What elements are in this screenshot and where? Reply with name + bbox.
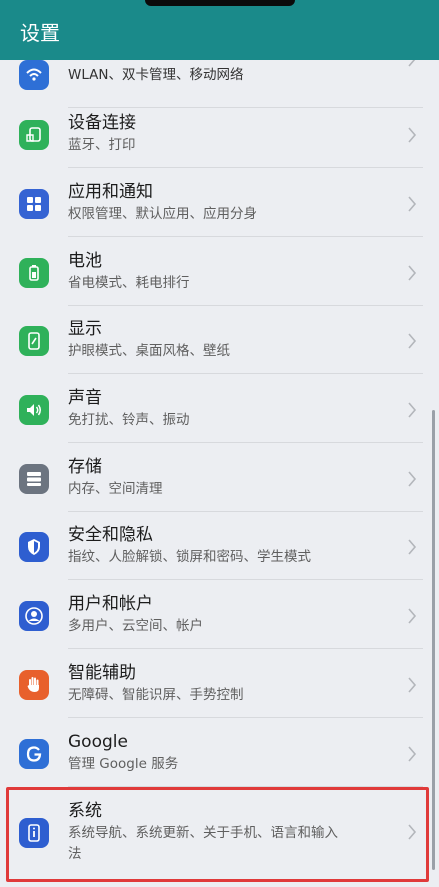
settings-item-sound[interactable]: 声音 免打扰、铃声、振动 <box>0 375 439 443</box>
settings-item-google[interactable]: Google 管理 Google 服务 <box>0 719 439 787</box>
speaker-icon <box>19 395 49 425</box>
divider <box>68 717 423 718</box>
settings-item-subtitle-continued: 法 <box>68 846 82 862</box>
settings-item-subtitle: 省电模式、耗电排行 <box>68 275 190 291</box>
settings-item-title: 安全和隐私 <box>68 525 153 545</box>
settings-item-title: 电池 <box>68 251 102 271</box>
chevron-right-icon <box>408 539 417 555</box>
chevron-right-icon <box>408 402 417 418</box>
divider <box>68 648 423 649</box>
settings-item-subtitle: 系统导航、系统更新、关于手机、语言和输入 <box>68 825 338 841</box>
settings-item-subtitle: 无障碍、智能识屏、手势控制 <box>68 687 244 703</box>
chevron-right-icon <box>408 471 417 487</box>
page-title: 设置 <box>20 21 60 45</box>
settings-item-title: 用户和帐户 <box>68 594 153 614</box>
settings-item-subtitle: 管理 Google 服务 <box>68 756 179 772</box>
settings-item-users[interactable]: 用户和帐户 多用户、云空间、帐户 <box>0 581 439 649</box>
settings-item-title: 存储 <box>68 457 102 477</box>
divider <box>68 786 423 787</box>
display-icon <box>19 326 49 356</box>
chevron-right-icon <box>408 60 416 67</box>
settings-item-title: 声音 <box>68 388 102 408</box>
settings-item-subtitle: WLAN、双卡管理、移动网络 <box>68 67 244 83</box>
settings-item-apps[interactable]: 应用和通知 权限管理、默认应用、应用分身 <box>0 169 439 237</box>
system-icon <box>19 818 49 848</box>
chevron-right-icon <box>408 333 417 349</box>
settings-item-title: 系统 <box>68 801 102 821</box>
user-icon <box>19 601 49 631</box>
wifi-icon <box>19 60 49 90</box>
settings-item-title: 应用和通知 <box>68 182 153 202</box>
scrollbar[interactable] <box>432 410 435 870</box>
settings-item-subtitle: 多用户、云空间、帐户 <box>68 618 203 634</box>
settings-item-subtitle: 免打扰、铃声、振动 <box>68 412 190 428</box>
hand-icon <box>19 670 49 700</box>
shield-icon <box>19 532 49 562</box>
settings-item-title: 显示 <box>68 319 102 339</box>
google-icon <box>19 739 49 769</box>
chevron-right-icon <box>408 265 417 281</box>
settings-item-subtitle: 蓝牙、打印 <box>68 137 136 153</box>
settings-item-smart-assist[interactable]: 智能辅助 无障碍、智能识屏、手势控制 <box>0 650 439 718</box>
settings-item-subtitle: 权限管理、默认应用、应用分身 <box>68 206 257 222</box>
device-connection-icon <box>19 120 49 150</box>
divider <box>68 236 423 237</box>
settings-item-storage[interactable]: 存储 内存、空间清理 <box>0 444 439 512</box>
chevron-right-icon <box>408 608 417 624</box>
settings-item-system[interactable]: 系统 系统导航、系统更新、关于手机、语言和输入 法 <box>0 790 439 882</box>
settings-item-security[interactable]: 安全和隐私 指纹、人脸解锁、锁屏和密码、学生模式 <box>0 512 439 580</box>
settings-item-subtitle: 护眼模式、桌面风格、壁纸 <box>68 343 230 359</box>
battery-icon <box>19 258 49 288</box>
settings-item-subtitle: 指纹、人脸解锁、锁屏和密码、学生模式 <box>68 549 311 565</box>
settings-item-subtitle: 内存、空间清理 <box>68 481 163 497</box>
apps-grid-icon <box>19 189 49 219</box>
settings-item-title: Google <box>68 732 128 752</box>
settings-item-battery[interactable]: 电池 省电模式、耗电排行 <box>0 238 439 306</box>
chevron-right-icon <box>408 824 417 840</box>
storage-icon <box>19 464 49 494</box>
divider <box>68 167 423 168</box>
camera-notch <box>145 0 295 6</box>
app-header: 设置 <box>0 0 439 60</box>
chevron-right-icon <box>408 677 417 693</box>
chevron-right-icon <box>408 196 417 212</box>
chevron-right-icon <box>408 746 417 762</box>
settings-item-title: 设备连接 <box>68 113 136 133</box>
settings-item-title: 智能辅助 <box>68 663 136 683</box>
settings-item-display[interactable]: 显示 护眼模式、桌面风格、壁纸 <box>0 306 439 374</box>
chevron-right-icon <box>408 127 417 143</box>
divider <box>68 442 423 443</box>
divider <box>68 373 423 374</box>
settings-list[interactable]: WLAN、双卡管理、移动网络 设备连接 蓝牙、打印 应用和通知 权限管理、默认应… <box>0 60 439 887</box>
divider <box>68 579 423 580</box>
settings-item-device-connection[interactable]: 设备连接 蓝牙、打印 <box>0 100 439 168</box>
